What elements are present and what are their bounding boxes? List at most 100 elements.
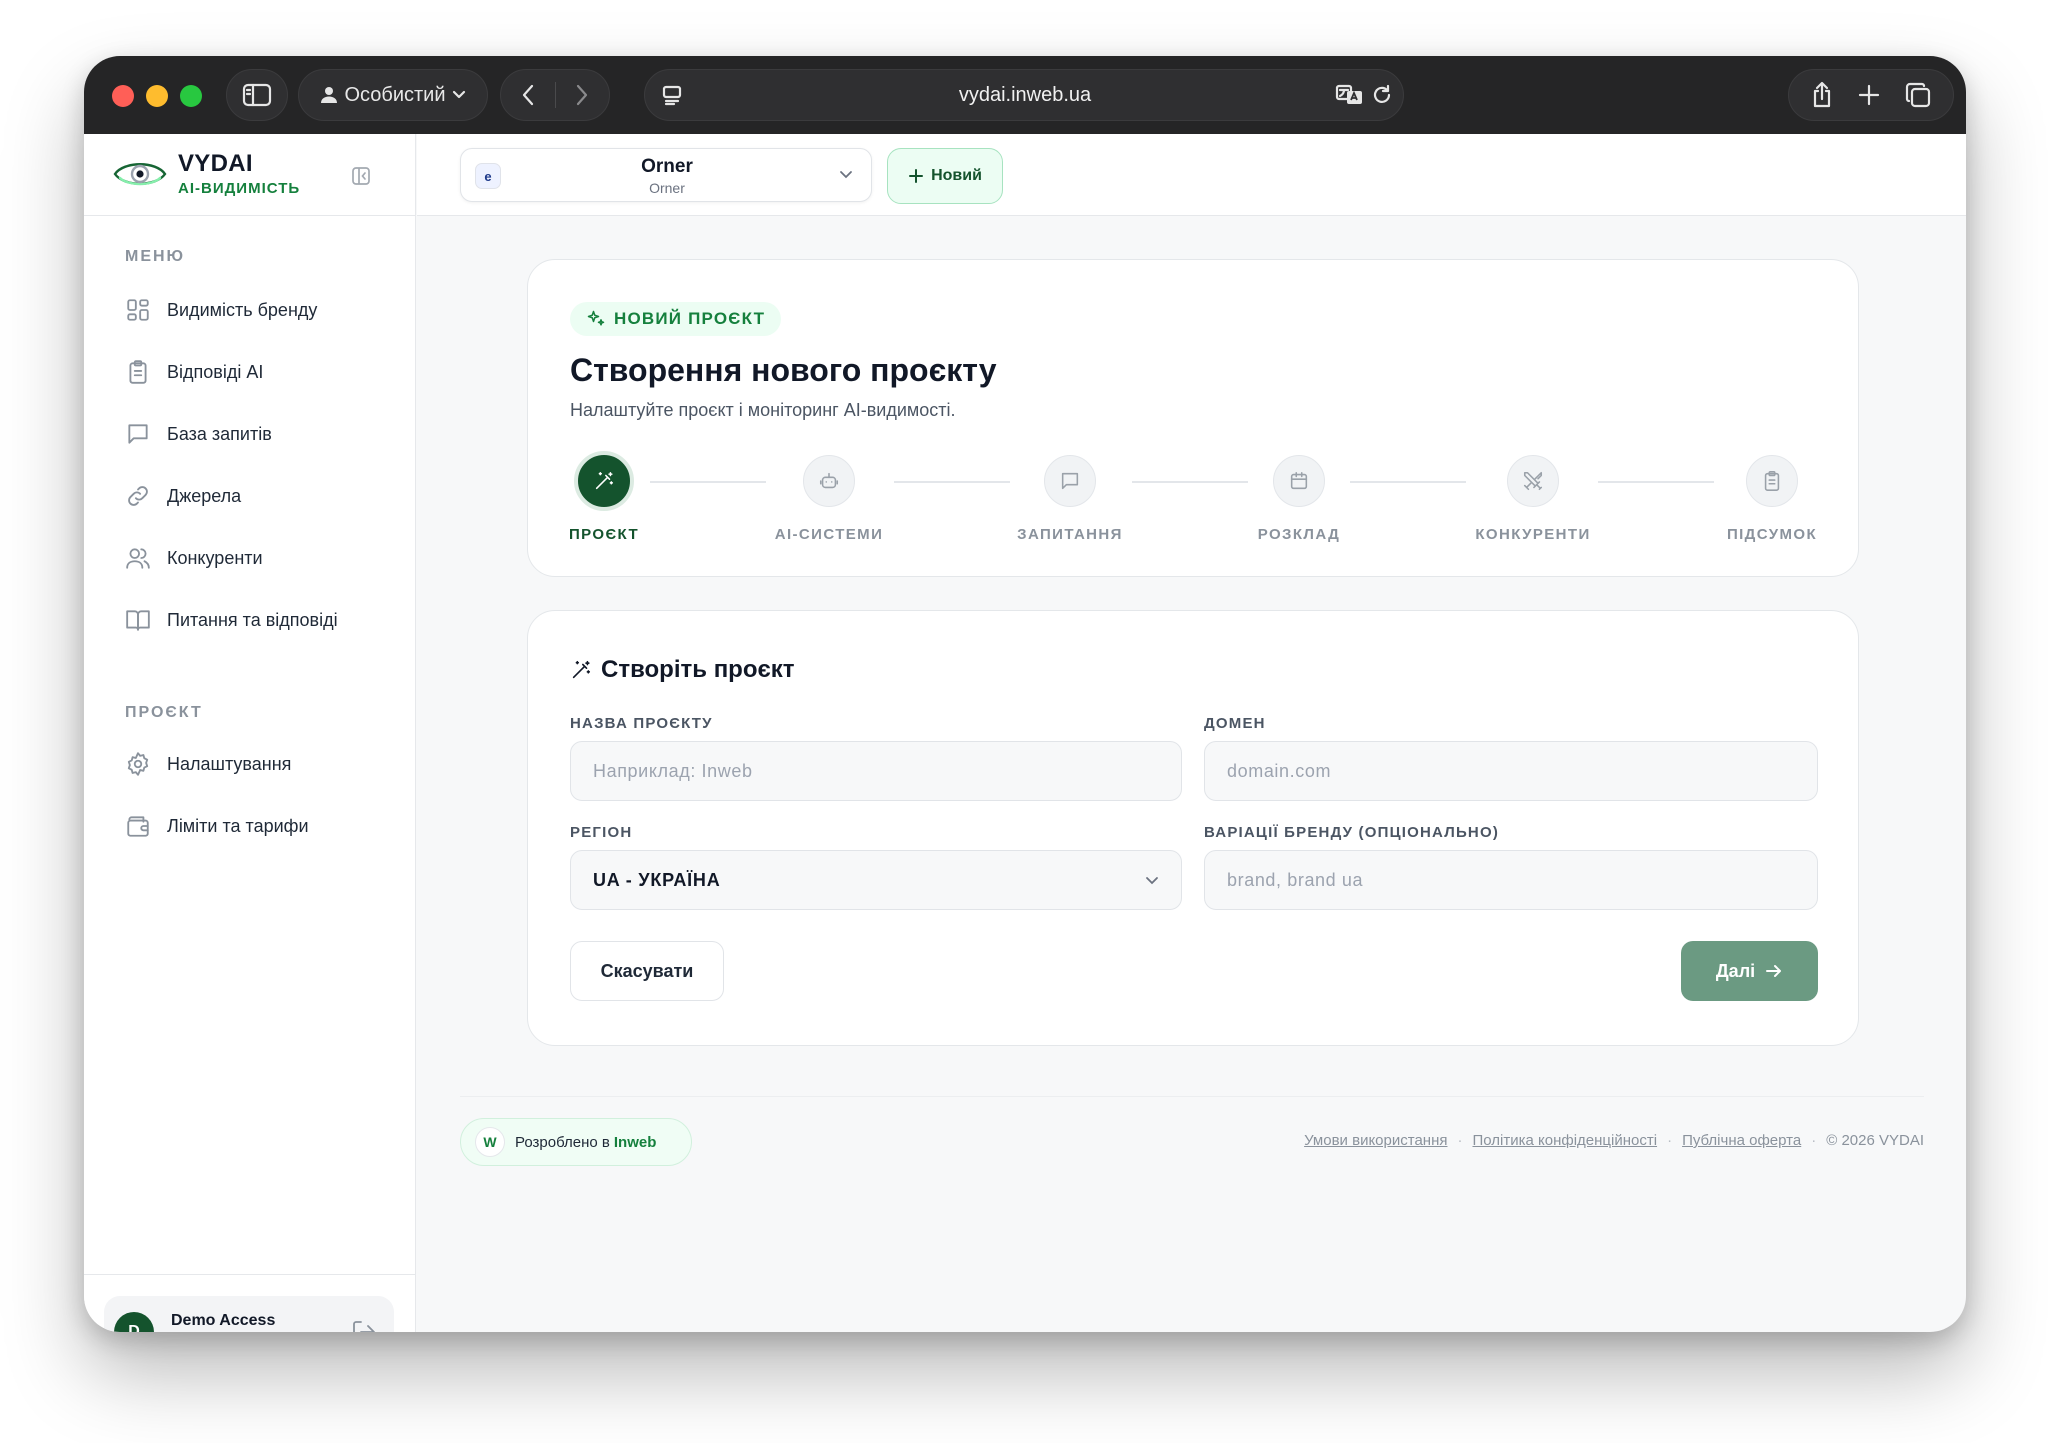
step-questions[interactable] xyxy=(1044,455,1096,507)
badge-label: НОВИЙ ПРОЄКТ xyxy=(614,309,766,328)
sidebar: VYDAI AI-ВИДИМІСТЬ МЕНЮ Видимість бренду… xyxy=(84,134,416,1332)
step-label-project: ПРОЄКТ xyxy=(568,526,640,543)
step-schedule[interactable] xyxy=(1273,455,1325,507)
step-label-competitors: КОНКУРЕНТИ xyxy=(1475,526,1591,543)
footer-links: Умови використання · Політика конфіденці… xyxy=(1304,1132,1924,1149)
domain-input[interactable]: domain.com xyxy=(1204,741,1818,801)
address-bar[interactable]: vydai.inweb.ua xyxy=(644,69,1404,121)
footer-link-terms[interactable]: Умови використання xyxy=(1304,1132,1447,1149)
users-icon xyxy=(126,548,150,569)
page-title: Створення нового проєкту xyxy=(570,352,997,388)
person-icon xyxy=(321,87,338,103)
step-label-schedule: РОЗКЛАД xyxy=(1257,526,1341,543)
footer-link-privacy[interactable]: Політика конфіденційності xyxy=(1472,1132,1657,1149)
browser-window: Особистий vydai.inweb.ua VYDAI AI-ВИДИМІ… xyxy=(84,56,1966,1332)
arrow-right-icon xyxy=(1766,965,1782,977)
sidebar-item-label: Джерела xyxy=(167,485,242,506)
sidebar-item-competitors[interactable]: Конкуренти xyxy=(125,540,263,576)
sidebar-item-label: Конкуренти xyxy=(167,547,263,568)
sidebar-item-limits[interactable]: Ліміти та тарифи xyxy=(125,808,309,844)
wand-icon xyxy=(572,660,591,679)
step-label-questions: ЗАПИТАННЯ xyxy=(1017,526,1123,543)
eye-logo-icon xyxy=(113,163,167,186)
share-icon[interactable] xyxy=(1810,81,1834,109)
sidebar-item-sources[interactable]: Джерела xyxy=(125,478,241,514)
profile-selector[interactable]: Особистий xyxy=(298,69,488,121)
new-tab-icon[interactable] xyxy=(1857,83,1881,107)
collapse-sidebar-icon[interactable] xyxy=(350,165,372,187)
footer-link-offer[interactable]: Публічна оферта xyxy=(1682,1132,1801,1149)
link-icon xyxy=(128,486,148,506)
org-name: Orner xyxy=(641,156,693,177)
calendar-icon xyxy=(1290,471,1308,490)
profile-name: Особистий xyxy=(344,83,446,106)
region-value: UA - УКРАЇНА xyxy=(593,869,721,890)
region-label: РЕГІОН xyxy=(570,824,633,841)
book-icon xyxy=(126,610,150,631)
window-actions xyxy=(1788,69,1954,121)
step-label-summary: ПІДСУМОК xyxy=(1726,526,1818,543)
brand-variations-label: ВАРІАЦІЇ БРЕНДУ (ОПЦІОНАЛЬНО) xyxy=(1204,824,1500,841)
sidebar-toggle-button[interactable] xyxy=(226,69,288,121)
sidebar-item-label: Відповіді AI xyxy=(167,361,264,382)
sidebar-item-brand-visibility[interactable]: Видимість бренду xyxy=(125,292,317,328)
sidebar-item-label: Питання та відповіді xyxy=(167,609,338,630)
topbar: e Orner Orner Новий xyxy=(417,134,1966,216)
back-button[interactable] xyxy=(501,70,555,120)
chevron-down-icon xyxy=(452,90,465,99)
made-by-prefix: Розроблено в xyxy=(515,1133,610,1151)
tabs-overview-icon[interactable] xyxy=(1904,81,1932,109)
project-name-input[interactable]: Наприклад: Inweb xyxy=(570,741,1182,801)
plus-icon xyxy=(909,169,924,183)
gear-icon xyxy=(127,752,149,776)
region-select[interactable]: UA - УКРАЇНА xyxy=(570,850,1182,910)
sidebar-item-label: Налаштування xyxy=(167,753,292,774)
brand-subtitle: AI-ВИДИМІСТЬ xyxy=(178,180,301,197)
step-project[interactable] xyxy=(574,451,634,511)
org-subtitle: Orner xyxy=(649,180,685,196)
organization-selector[interactable]: e Orner Orner xyxy=(460,148,872,202)
menu-heading: МЕНЮ xyxy=(125,248,186,265)
form-title: Створіть проєкт xyxy=(601,656,795,683)
next-button[interactable]: Далі xyxy=(1681,941,1818,1001)
brand-variations-input[interactable]: brand, brand ua xyxy=(1204,850,1818,910)
step-summary[interactable] xyxy=(1746,455,1798,507)
made-by-badge[interactable]: W Розроблено в Inweb xyxy=(460,1118,692,1166)
reload-icon[interactable] xyxy=(1373,84,1393,106)
cancel-button[interactable]: Скасувати xyxy=(570,941,724,1001)
sidebar-item-settings[interactable]: Налаштування xyxy=(125,746,291,782)
copyright: © 2026 VYDAI xyxy=(1826,1132,1924,1149)
logout-icon[interactable] xyxy=(350,1318,378,1332)
wizard-header-card: НОВИЙ ПРОЄКТ Створення нового проєкту На… xyxy=(527,259,1859,577)
main-content: e Orner Orner Новий НОВИЙ ПРОЄКТ Створен… xyxy=(417,134,1966,1332)
sidebar-item-ai-answers[interactable]: Відповіді AI xyxy=(125,354,263,390)
swords-icon xyxy=(1523,471,1543,491)
translate-icon[interactable] xyxy=(1335,84,1365,106)
step-label-ai-systems: AI-СИСТЕМИ xyxy=(774,526,884,543)
clipboard-icon xyxy=(1764,471,1780,491)
cancel-button-label: Скасувати xyxy=(600,960,694,981)
step-competitors[interactable] xyxy=(1507,455,1559,507)
message-icon xyxy=(1061,472,1079,490)
next-button-label: Далі xyxy=(1715,960,1756,981)
inweb-logo: W xyxy=(475,1127,505,1157)
close-window-button[interactable] xyxy=(112,85,134,107)
sidebar-item-label: Ліміти та тарифи xyxy=(167,815,309,836)
avatar: D xyxy=(114,1312,154,1332)
create-project-form-card: Створіть проєкт НАЗВА ПРОЄКТУ Наприклад:… xyxy=(527,610,1859,1046)
sidebar-item-query-base[interactable]: База запитів xyxy=(125,416,272,452)
nav-buttons-group xyxy=(500,69,610,121)
sidebar-icon xyxy=(242,83,272,107)
made-by-brand: Inweb xyxy=(613,1133,657,1151)
project-name-label: НАЗВА ПРОЄКТУ xyxy=(570,715,713,732)
forward-button[interactable] xyxy=(555,70,609,120)
step-ai-systems[interactable] xyxy=(803,455,855,507)
sidebar-item-label: Видимість бренду xyxy=(167,299,318,320)
maximize-window-button[interactable] xyxy=(180,85,202,107)
new-project-button[interactable]: Новий xyxy=(887,148,1003,204)
wallet-icon xyxy=(127,816,149,837)
sidebar-item-qa[interactable]: Питання та відповіді xyxy=(125,602,338,638)
minimize-window-button[interactable] xyxy=(146,85,168,107)
new-button-label: Новий xyxy=(931,167,982,184)
wand-icon xyxy=(595,471,614,490)
